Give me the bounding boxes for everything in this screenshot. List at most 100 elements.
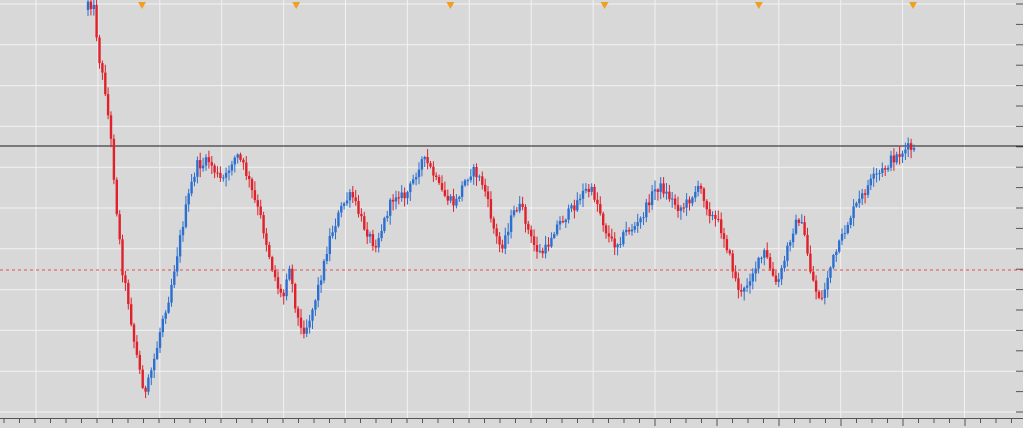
bearish-candle xyxy=(535,245,539,252)
bearish-candle xyxy=(817,291,821,298)
bullish-candle xyxy=(866,185,870,195)
bearish-candle xyxy=(199,160,202,169)
bullish-candle xyxy=(449,196,452,201)
bullish-candle xyxy=(420,159,424,170)
bullish-candle xyxy=(538,250,542,252)
bullish-candle xyxy=(414,177,418,180)
bearish-candle xyxy=(596,199,599,204)
bullish-candle xyxy=(711,215,714,217)
bullish-candle xyxy=(858,198,861,204)
bullish-candle xyxy=(204,157,208,166)
bullish-candle xyxy=(173,271,176,285)
bearish-candle xyxy=(699,185,703,189)
bearish-candle xyxy=(809,253,812,272)
bullish-candle xyxy=(696,185,700,192)
bullish-candle xyxy=(584,188,588,191)
bearish-candle xyxy=(673,198,677,205)
bearish-candle xyxy=(98,37,101,64)
bullish-candle xyxy=(671,198,674,200)
bearish-candle xyxy=(676,204,680,211)
bearish-candle xyxy=(138,354,141,370)
bearish-candle xyxy=(593,186,596,200)
bullish-candle xyxy=(777,279,780,282)
bearish-candle xyxy=(144,387,147,392)
bearish-candle xyxy=(656,189,660,192)
bearish-candle xyxy=(115,179,118,215)
bearish-candle xyxy=(245,162,248,176)
bullish-candle xyxy=(852,206,855,218)
bullish-candle xyxy=(518,203,521,211)
bearish-candle xyxy=(112,138,116,180)
bearish-candle xyxy=(734,271,737,279)
bearish-candle xyxy=(797,219,801,223)
bearish-candle xyxy=(101,63,104,73)
bearish-candle xyxy=(253,190,257,201)
bullish-candle xyxy=(455,198,458,206)
bullish-candle xyxy=(679,207,683,211)
bearish-candle xyxy=(127,282,130,305)
bullish-candle xyxy=(555,224,559,235)
bullish-candle xyxy=(463,180,467,186)
bullish-candle xyxy=(642,217,645,219)
bearish-candle xyxy=(892,155,896,163)
bearish-candle xyxy=(515,210,518,212)
bearish-candle xyxy=(814,280,818,292)
bearish-candle xyxy=(627,229,631,232)
bullish-candle xyxy=(754,268,757,274)
bearish-candle xyxy=(265,233,268,245)
bullish-candle xyxy=(901,153,904,157)
bearish-candle xyxy=(668,191,671,200)
bullish-candle xyxy=(458,196,461,199)
bullish-candle xyxy=(639,218,642,223)
bearish-candle xyxy=(366,229,369,237)
bullish-candle xyxy=(469,176,472,181)
bullish-candle xyxy=(694,191,697,198)
bullish-candle xyxy=(780,268,783,280)
bearish-candle xyxy=(89,1,93,10)
bearish-candle xyxy=(276,277,280,289)
bearish-candle xyxy=(207,157,211,163)
bearish-candle xyxy=(613,238,616,248)
bearish-candle xyxy=(492,218,495,229)
bullish-candle xyxy=(786,245,789,261)
bullish-candle xyxy=(86,1,90,10)
bullish-candle xyxy=(377,238,380,248)
bearish-candle xyxy=(452,196,455,206)
bearish-candle xyxy=(725,239,729,251)
bearish-candle xyxy=(898,154,901,157)
bullish-candle xyxy=(567,208,570,220)
bearish-candle xyxy=(607,233,611,237)
bullish-candle xyxy=(334,226,337,233)
bullish-candle xyxy=(406,192,409,199)
bearish-candle xyxy=(446,195,449,201)
bullish-candle xyxy=(757,257,760,269)
bearish-candle xyxy=(717,218,720,220)
bearish-candle xyxy=(354,197,357,202)
bullish-candle xyxy=(193,176,196,182)
bullish-candle xyxy=(889,155,893,168)
bullish-candle xyxy=(872,173,875,179)
bearish-candle xyxy=(541,250,544,254)
bearish-candle xyxy=(279,288,282,293)
bearish-candle xyxy=(820,297,824,299)
bearish-candle xyxy=(374,246,377,248)
bearish-candle xyxy=(302,327,306,334)
bullish-candle xyxy=(691,197,694,204)
bearish-candle xyxy=(475,167,478,178)
bullish-candle xyxy=(337,212,340,227)
bullish-candle xyxy=(383,218,386,231)
bearish-candle xyxy=(714,215,717,219)
bullish-candle xyxy=(907,143,910,150)
bullish-candle xyxy=(155,347,159,359)
bullish-candle xyxy=(345,200,349,204)
bullish-candle xyxy=(317,284,320,301)
bullish-candle xyxy=(196,160,199,177)
bullish-candle xyxy=(227,170,231,173)
bearish-candle xyxy=(602,213,605,226)
bearish-candle xyxy=(391,199,395,202)
bullish-candle xyxy=(328,236,331,254)
bearish-candle xyxy=(489,199,493,219)
bullish-candle xyxy=(478,176,481,178)
bullish-candle xyxy=(236,154,239,158)
bullish-candle xyxy=(576,200,579,211)
